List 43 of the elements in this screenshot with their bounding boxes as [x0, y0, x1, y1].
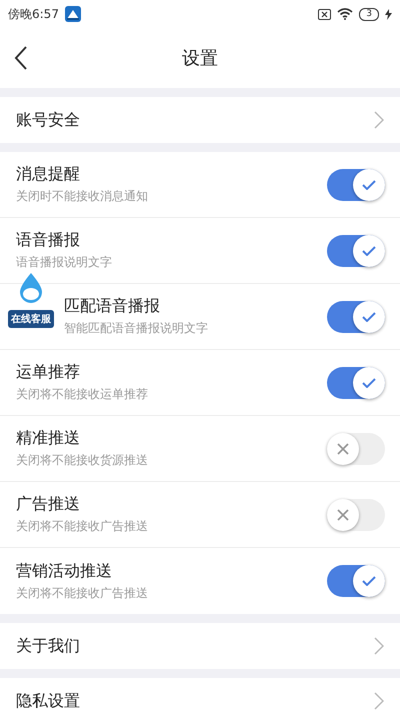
toggle-switch[interactable]	[327, 565, 385, 597]
setting-title: 精准推送	[16, 428, 81, 449]
setting-description: 智能匹配语音播报说明文字	[64, 320, 208, 337]
toggle-switch[interactable]	[327, 234, 385, 266]
setting-title: 营销活动推送	[16, 560, 113, 582]
app-icon	[64, 6, 81, 22]
close-icon	[337, 442, 349, 454]
toggle-switch[interactable]	[327, 366, 385, 398]
no-sim-icon	[318, 8, 332, 20]
toggle-switch[interactable]	[327, 432, 385, 464]
setting-description: 关闭将不能接收运单推荐	[16, 386, 148, 403]
setting-description: 语音播报说明文字	[16, 254, 112, 271]
check-icon	[362, 246, 376, 256]
page-title: 设置	[182, 47, 218, 70]
setting-description: 关闭将不能接收货源推送	[16, 452, 148, 469]
customer-service-button[interactable]: 在线客服	[4, 272, 58, 328]
setting-title: 语音播报	[16, 230, 81, 251]
setting-title: 广告推送	[16, 494, 81, 515]
check-icon	[362, 312, 376, 322]
battery-level: 3	[359, 8, 379, 20]
settings-row[interactable]: 隐私设置	[0, 678, 400, 711]
charging-icon	[385, 8, 392, 20]
setting-description: 关闭将不能接收广告推送	[16, 518, 148, 535]
setting-description: 关闭时不能接收消息通知	[16, 188, 148, 205]
status-time: 傍晚6:57	[8, 6, 59, 22]
check-icon	[362, 378, 376, 388]
chevron-icon	[374, 692, 384, 710]
wifi-icon	[337, 8, 354, 20]
chevron-icon	[374, 111, 384, 129]
setting-title: 运单推荐	[16, 362, 81, 383]
chevron-icon	[374, 637, 384, 655]
back-icon[interactable]	[14, 46, 28, 70]
close-icon	[337, 508, 349, 520]
toggle-switch[interactable]	[327, 168, 385, 200]
setting-title: 消息提醒	[16, 164, 81, 185]
settings-row[interactable]: 账号安全	[0, 97, 400, 143]
setting-title: 匹配语音播报	[64, 296, 161, 317]
toggle-switch[interactable]	[327, 498, 385, 530]
toggle-switch[interactable]	[327, 300, 385, 332]
check-icon	[362, 180, 376, 190]
setting-description: 关闭将不能接收广告推送	[16, 584, 148, 602]
settings-row[interactable]: 关于我们	[0, 623, 400, 669]
check-icon	[362, 576, 376, 586]
